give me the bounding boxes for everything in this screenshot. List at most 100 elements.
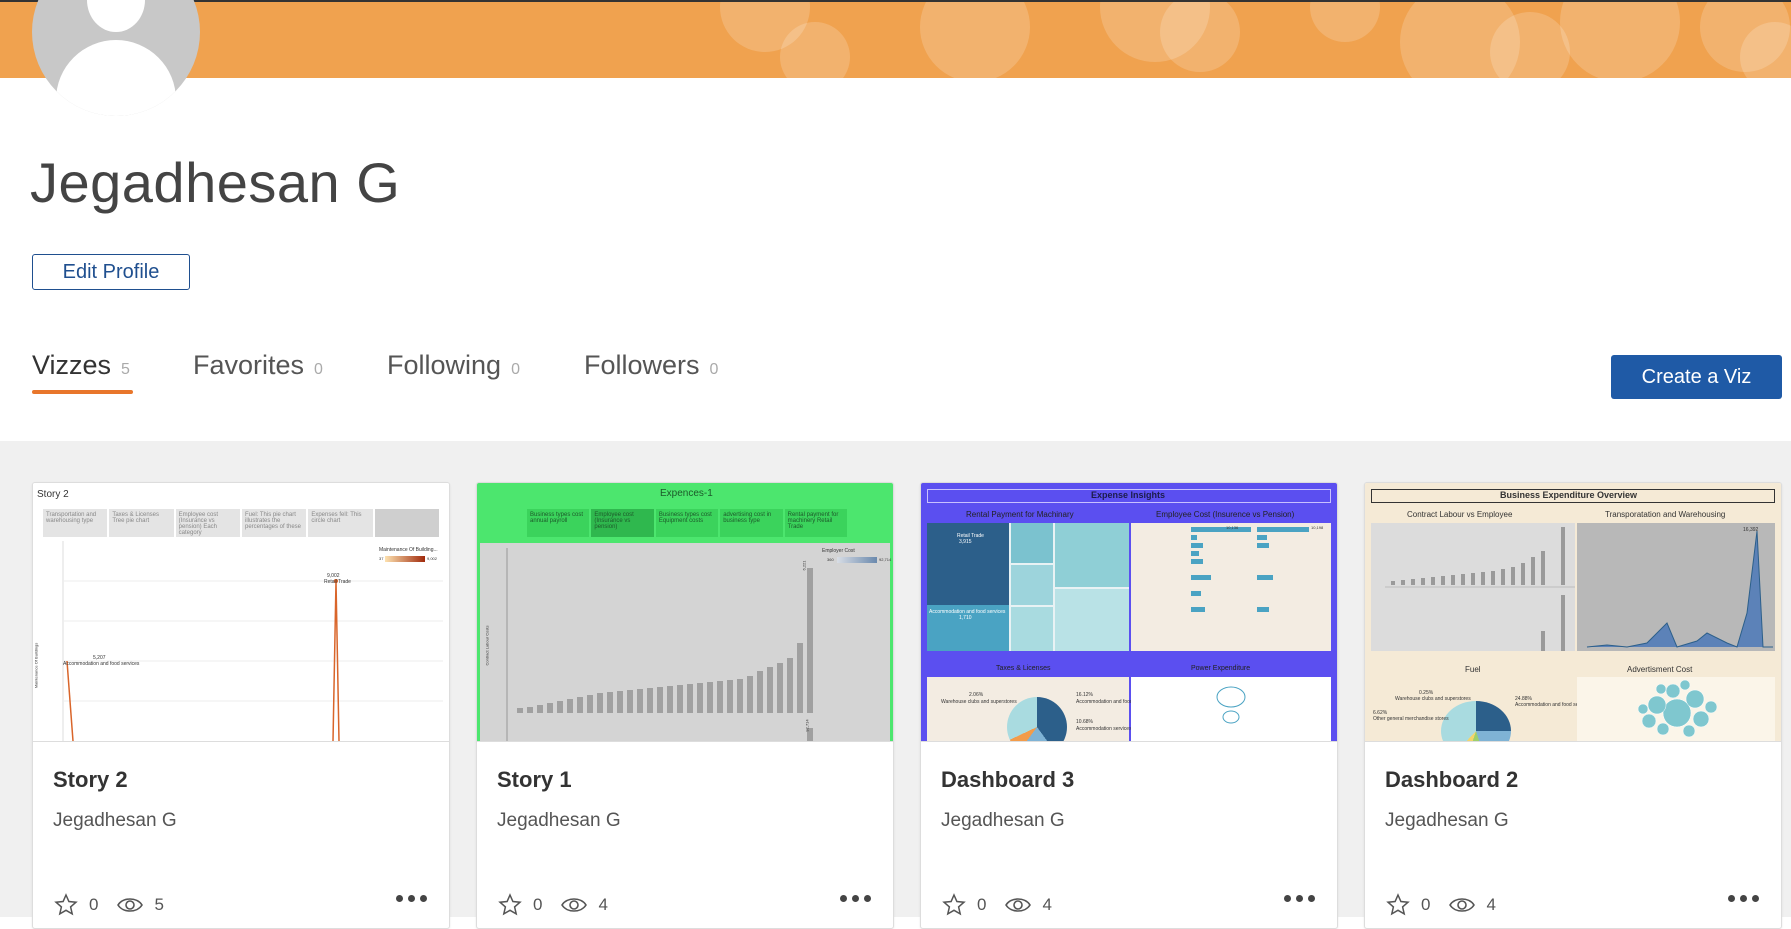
views-count: 4 (598, 895, 608, 914)
bar-panel (1131, 523, 1331, 651)
viz-stats: 0 4 (497, 893, 608, 917)
annotation-label: Accommodation and food services (63, 661, 140, 667)
viz-stats: 0 4 (941, 893, 1052, 917)
edit-profile-button[interactable]: Edit Profile (32, 254, 190, 290)
viz-thumbnail[interactable]: Business Expenditure Overview Contract L… (1365, 483, 1781, 742)
panel-title: Transporatation and Warehousing (1605, 510, 1726, 519)
panel-title: Advertisment Cost (1627, 665, 1693, 674)
viz-card-dashboard-2[interactable]: Business Expenditure Overview Contract L… (1364, 482, 1782, 929)
tab-followers[interactable]: Followers 0 (584, 350, 718, 381)
tab-label: Vizzes (32, 350, 112, 380)
panel-title: Fuel (1465, 665, 1481, 674)
profile-banner (0, 0, 1791, 78)
legend-min: 37 (379, 556, 384, 561)
star-icon[interactable] (53, 893, 79, 917)
viz-card-story-2[interactable]: Story 2 Transportation and warehousing t… (32, 482, 450, 929)
viz-author[interactable]: Jegadhesan G (53, 810, 177, 832)
pie-label-value: 10.68% (1076, 719, 1093, 725)
bar-value-label: 6,221 (801, 560, 807, 571)
bubble-panel (1577, 677, 1775, 741)
pie-label: Other general merchandise stores (1373, 716, 1449, 722)
eye-icon (117, 898, 144, 912)
panel-title: Employee Cost (Insurence vs Pension) (1156, 510, 1295, 519)
viz-author[interactable]: Jegadhesan G (1385, 810, 1509, 832)
bar-panel (1371, 523, 1575, 651)
story-nav-item: Business types cost Equipment costs (655, 509, 719, 537)
viz-author[interactable]: Jegadhesan G (497, 810, 621, 832)
color-legend (385, 556, 425, 562)
tab-count: 0 (511, 361, 520, 378)
viz-card-story-1[interactable]: Expences-1 Business types cost annual pa… (476, 482, 894, 929)
viz-title[interactable]: Story 1 (497, 767, 572, 793)
tab-label: Following (387, 350, 502, 380)
y-axis-label: Contract Labour Costs (484, 625, 490, 666)
story-nav-item: Expenses fell: This circle chart (308, 509, 373, 537)
bar-value-label: 10,136 (1226, 525, 1239, 530)
power-panel (1131, 677, 1331, 741)
favorites-count: 0 (89, 895, 99, 914)
story-nav-item: Employee cost (Insurance vs pension) (591, 509, 654, 537)
treemap (927, 523, 1129, 651)
story-nav: Transportation and warehousing type Taxe… (43, 509, 439, 537)
viz-thumbnail[interactable]: Story 2 Transportation and warehousing t… (33, 483, 449, 742)
more-options-button[interactable] (396, 895, 427, 902)
viz-thumbnail[interactable]: Expences-1 Business types cost annual pa… (477, 483, 893, 742)
story-nav-item: Transportation and warehousing type (43, 509, 108, 537)
panel-title: Rental Payment for Machinary (966, 510, 1074, 519)
avatar[interactable] (32, 0, 200, 116)
legend-max: 92,714 (879, 557, 892, 562)
annotation-label: Retail Trade (324, 579, 351, 585)
viz-title[interactable]: Story 2 (53, 767, 128, 793)
more-options-button[interactable] (840, 895, 871, 902)
viz-card-dashboard-3[interactable]: Expense Insights Rental Payment for Mach… (920, 482, 1338, 929)
thumb-heading: Expense Insights (1091, 490, 1166, 500)
tab-favorites[interactable]: Favorites 0 (193, 350, 323, 381)
panel-title: Contract Labour vs Employee (1407, 510, 1513, 519)
peak-value-label: 16,392 (1743, 527, 1759, 533)
star-icon[interactable] (1385, 893, 1411, 917)
views-count: 4 (1486, 895, 1496, 914)
bar-chart (506, 548, 813, 741)
views-count: 5 (154, 895, 164, 914)
pie-label: Accommodation services (1076, 726, 1132, 732)
bar-value-label: 92,714 (804, 719, 810, 732)
story-nav: Business types cost annual payroll Emplo… (527, 509, 848, 537)
tab-count: 0 (709, 361, 719, 378)
viz-stats: 0 5 (53, 893, 164, 917)
story-nav-item: Business types cost annual payroll (527, 509, 590, 537)
star-icon[interactable] (497, 893, 523, 917)
views-count: 4 (1042, 895, 1052, 914)
legend-title: Employer Cost (822, 548, 855, 554)
tab-following[interactable]: Following 0 (387, 350, 520, 381)
y-axis-label: Maintenance Of Buildings (33, 642, 39, 689)
pie-label: Warehouse clubs and superstores (1395, 696, 1471, 702)
legend-max: 9,002 (427, 556, 438, 561)
viz-author[interactable]: Jegadhesan G (941, 810, 1065, 832)
viz-title[interactable]: Dashboard 2 (1385, 767, 1518, 793)
legend-min: 360 (827, 557, 834, 562)
viz-thumbnail[interactable]: Expense Insights Rental Payment for Mach… (921, 483, 1337, 742)
pie-label: Warehouse clubs and superstores (941, 699, 1017, 705)
favorites-count: 0 (977, 895, 987, 914)
bar-value-label: 10,198 (1311, 525, 1324, 530)
pie-label-value: 2.06% (969, 692, 984, 698)
panel-title: Power Expenditure (1191, 665, 1251, 672)
treemap-value: 3,915 (959, 539, 972, 545)
star-icon[interactable] (941, 893, 967, 917)
profile-name: Jegadhesan G (30, 151, 401, 214)
viz-stats: 0 4 (1385, 893, 1496, 917)
story-nav-item: Employee cost (Insurance vs pension) Eac… (175, 509, 240, 537)
color-legend (837, 557, 877, 563)
more-options-button[interactable] (1284, 895, 1315, 902)
viz-title[interactable]: Dashboard 3 (941, 767, 1074, 793)
eye-icon (561, 898, 588, 912)
favorites-count: 0 (1421, 895, 1431, 914)
panel-title: Taxes & Licenses (996, 665, 1051, 672)
create-viz-button[interactable]: Create a Viz (1611, 355, 1782, 399)
more-options-button[interactable] (1728, 895, 1759, 902)
tab-label: Favorites (193, 350, 305, 380)
thumb-heading: Expences-1 (660, 488, 713, 499)
tab-vizzes[interactable]: Vizzes 5 (32, 350, 130, 381)
tab-label: Followers (584, 350, 700, 380)
eye-icon (1005, 898, 1032, 912)
